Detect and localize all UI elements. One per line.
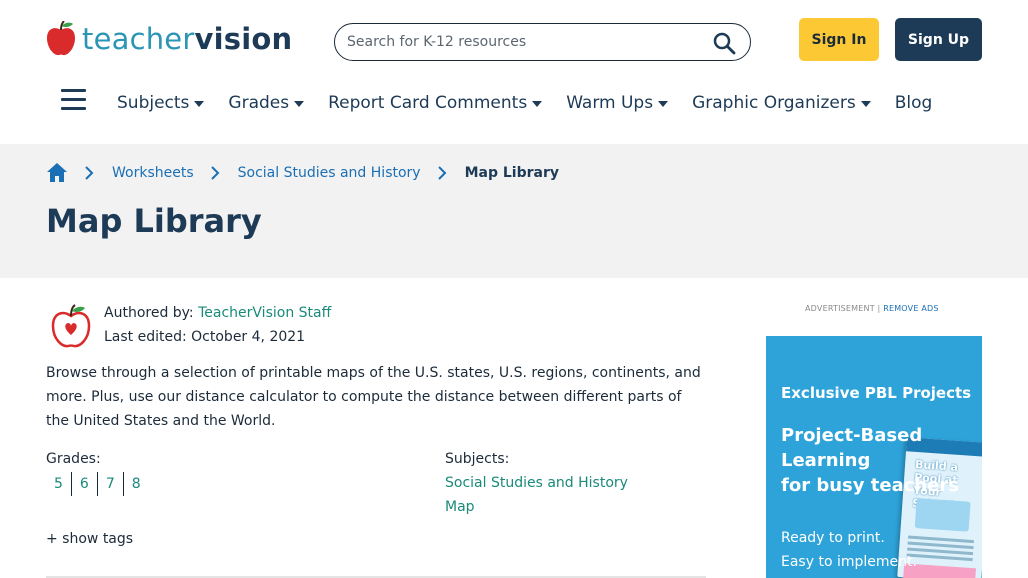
caret-down-icon (658, 100, 669, 107)
ad-headline-line1: Project-Based (781, 425, 923, 446)
ad-headline: Project-Based Learning for busy teachers (781, 423, 981, 498)
site-header: teachervision Sign In Sign Up Subjects G… (0, 0, 1028, 144)
subjects-label: Subjects: (445, 451, 510, 467)
ad-headline-line3: for busy teachers (781, 475, 959, 496)
nav-item-label: Subjects (117, 93, 190, 113)
nav-item-label: Report Card Comments (328, 93, 528, 113)
authored-prefix: Authored by: (104, 305, 199, 321)
search-bar (334, 23, 751, 61)
sign-up-button[interactable]: Sign Up (895, 18, 982, 61)
last-edited: Last edited: October 4, 2021 (104, 329, 306, 345)
caret-down-icon (294, 100, 305, 107)
ad-subtext-line1: Ready to print. (781, 530, 885, 546)
chevron-right-icon (210, 166, 220, 180)
logo-text: teachervision (82, 21, 292, 57)
caret-down-icon (532, 100, 543, 107)
nav-item-blog[interactable]: Blog (895, 93, 933, 113)
subject-link-map[interactable]: Map (445, 499, 475, 515)
teachervision-apple-avatar-icon (51, 304, 91, 348)
main-nav: Subjects Grades Report Card Comments War… (117, 88, 956, 118)
breadcrumb-social-studies[interactable]: Social Studies and History (238, 165, 421, 181)
logo-text-teacher: teacher (82, 22, 195, 56)
chevron-right-icon (437, 166, 446, 180)
hamburger-menu-icon[interactable] (61, 89, 86, 111)
ad-headline-line2: Learning (781, 450, 871, 471)
page-header-band: Worksheets Social Studies and History Ma… (0, 144, 1028, 278)
breadcrumb-current: Map Library (464, 165, 559, 181)
ad-tagline: Exclusive PBL Projects (781, 384, 972, 402)
caret-down-icon (194, 100, 205, 107)
remove-ads-link[interactable]: REMOVE ADS (883, 304, 938, 313)
page-title: Map Library (46, 202, 262, 240)
nav-item-subjects[interactable]: Subjects (117, 93, 205, 113)
caret-down-icon (860, 100, 871, 107)
advertisement-label: ADVERTISEMENT | REMOVE ADS (805, 304, 939, 313)
page-description: Browse through a selection of printable … (46, 365, 701, 429)
grade-link-7[interactable]: 7 (96, 472, 123, 496)
nav-item-warm-ups[interactable]: Warm Ups (566, 93, 669, 113)
grades-label: Grades: (46, 451, 101, 467)
breadcrumb: Worksheets Social Studies and History Ma… (46, 160, 559, 186)
ad-label-text: ADVERTISEMENT | (805, 304, 884, 313)
nav-item-label: Blog (894, 93, 933, 113)
apple-icon (47, 21, 75, 56)
sign-in-button[interactable]: Sign In (799, 18, 879, 61)
author-link[interactable]: TeacherVision Staff (198, 305, 331, 321)
grades-list: 5 6 7 8 (46, 472, 149, 496)
search-icon[interactable] (712, 31, 736, 55)
pbl-advertisement[interactable]: Exclusive PBL Projects Build a Pool at Y… (766, 336, 982, 578)
grade-link-8[interactable]: 8 (122, 472, 149, 496)
subject-link-social-studies[interactable]: Social Studies and History (445, 475, 628, 491)
grade-link-6[interactable]: 6 (70, 472, 97, 496)
ad-subtext-line2: Easy to implement. (781, 554, 917, 570)
nav-item-grades[interactable]: Grades (228, 93, 305, 113)
home-icon[interactable] (46, 162, 68, 184)
search-input[interactable] (347, 34, 697, 50)
ad-subtext: Ready to print. Easy to implement. (781, 526, 917, 574)
nav-item-graphic-organizers[interactable]: Graphic Organizers (692, 93, 871, 113)
chevron-right-icon (85, 166, 94, 180)
author-line: Authored by: TeacherVision Staff (104, 305, 331, 321)
show-tags-toggle[interactable]: + show tags (46, 531, 133, 547)
nav-item-label: Warm Ups (566, 93, 654, 113)
grade-link-5[interactable]: 5 (46, 472, 71, 496)
nav-item-report-card-comments[interactable]: Report Card Comments (328, 93, 543, 113)
nav-item-label: Grades (228, 93, 290, 113)
breadcrumb-worksheets[interactable]: Worksheets (112, 165, 194, 181)
logo-text-vision: vision (194, 22, 293, 56)
nav-item-label: Graphic Organizers (692, 93, 856, 113)
teachervision-logo[interactable]: teachervision (46, 20, 292, 58)
